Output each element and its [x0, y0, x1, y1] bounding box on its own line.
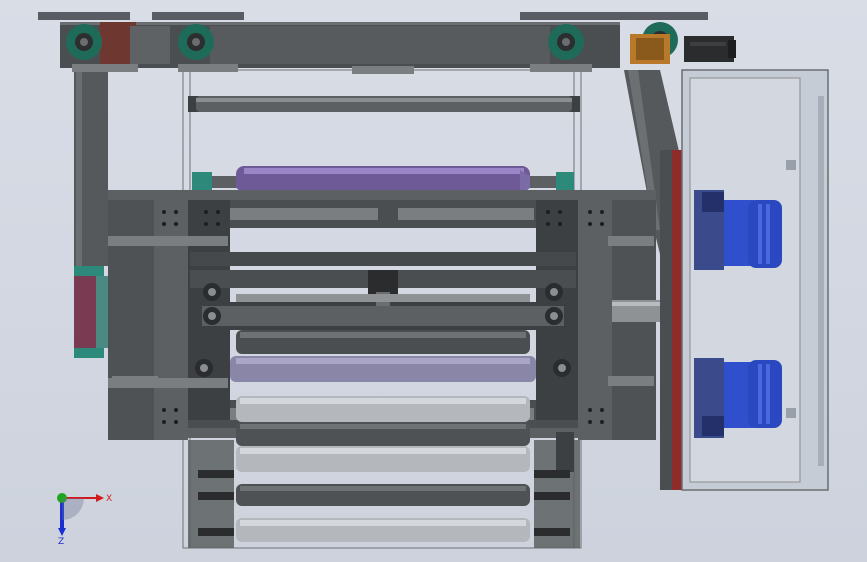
lower-bracket-left — [188, 440, 234, 548]
bearing-housing — [553, 359, 571, 377]
blue-motor — [694, 190, 782, 270]
coordinate-triad: X Z — [57, 493, 112, 547]
inner-frame — [188, 200, 578, 420]
bearing-housing — [545, 283, 563, 301]
roller — [236, 330, 530, 354]
roller — [236, 518, 530, 542]
blue-motor — [694, 358, 782, 438]
lower-bracket-right — [534, 432, 580, 548]
roller — [236, 396, 530, 422]
bearing-housing — [195, 359, 213, 377]
roller — [236, 294, 530, 302]
roller — [188, 96, 580, 112]
bearing-housing — [545, 307, 563, 325]
idler-pulley — [178, 24, 214, 60]
roller — [236, 484, 530, 506]
roller — [236, 446, 530, 472]
top-drive-motor — [630, 34, 736, 64]
roller — [236, 422, 530, 446]
z-axis-label: Z — [58, 537, 64, 547]
x-axis-label: X — [106, 494, 112, 504]
cad-viewport[interactable]: X Z — [0, 0, 867, 562]
top-beam — [38, 12, 708, 74]
bearing-housing — [203, 307, 221, 325]
bearing-housing — [203, 283, 221, 301]
machine-drawing: X Z — [38, 12, 829, 549]
purple-roller — [192, 166, 574, 194]
purple-roller — [230, 356, 536, 382]
idler-pulley — [548, 24, 584, 60]
idler-pulley — [66, 24, 102, 60]
